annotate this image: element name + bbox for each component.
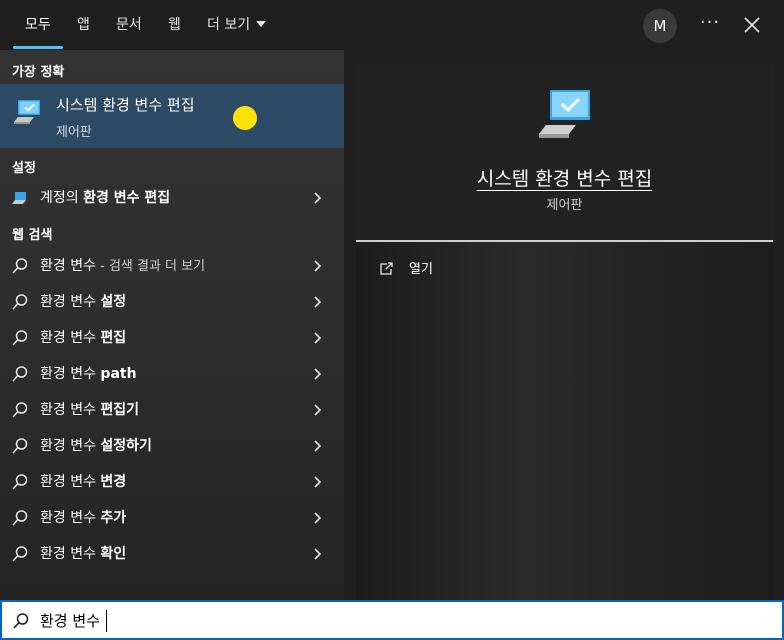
active-tab-indicator [13,46,63,49]
web-search-item[interactable]: 환경 변수 설정 [0,285,344,319]
web-search-item-label: 환경 변수 설정하기 [40,438,152,454]
web-search-item[interactable]: 환경 변수 편집기 [0,393,344,427]
search-icon [13,613,29,629]
best-match-title: 시스템 환경 변수 편집 [56,96,195,114]
preview-divider [356,240,773,242]
web-search-item-label: 환경 변수 확인 [40,546,127,562]
web-search-item[interactable]: 환경 변수 편집 [0,321,344,355]
web-search-item-label: 환경 변수 - 검색 결과 더 보기 [40,258,206,274]
preview-subtitle: 제어판 [546,198,583,213]
chevron-right-icon [314,332,322,344]
system-computer-icon [539,90,590,138]
search-bar [0,600,784,640]
search-icon [12,366,28,382]
search-icon [12,294,28,310]
web-search-item-label: 환경 변수 변경 [40,474,127,490]
chevron-right-icon [314,368,322,380]
top-tab-bar: 모두 앱 문서 웹 더 보기 M ··· [0,0,784,50]
best-match-result[interactable]: 시스템 환경 변수 편집 제어판 [0,84,344,148]
preview-title[interactable]: 시스템 환경 변수 편집 [356,164,773,191]
web-search-item[interactable]: 환경 변수 - 검색 결과 더 보기 [0,249,344,283]
tab-more[interactable]: 더 보기 [207,0,267,50]
chevron-right-icon [314,440,322,452]
web-search-item[interactable]: 환경 변수 변경 [0,465,344,499]
web-search-item[interactable]: 환경 변수 확인 [0,537,344,571]
chevron-right-icon [314,260,322,272]
search-icon [12,510,28,526]
search-icon [12,330,28,346]
chevron-right-icon [314,296,322,308]
web-search-item-label: 환경 변수 설정 [40,294,127,310]
preview-header: 시스템 환경 변수 편집 제어판 [356,64,773,240]
tab-apps[interactable]: 앱 [77,0,90,50]
tab-more-label: 더 보기 [207,17,251,33]
tab-all[interactable]: 모두 [25,0,51,50]
account-avatar[interactable]: M [643,9,677,43]
open-action-label: 열기 [409,262,433,277]
section-best-match: 가장 정확 [12,65,65,80]
web-search-item-label: 환경 변수 편집기 [40,402,140,418]
system-computer-icon [14,100,40,124]
search-icon [12,258,28,274]
tab-web[interactable]: 웹 [168,0,181,50]
search-input[interactable] [40,606,740,634]
chevron-right-icon [314,548,322,560]
search-icon [12,402,28,418]
web-search-item[interactable]: 환경 변수 추가 [0,501,344,535]
laptop-icon [12,192,26,204]
close-icon[interactable] [740,13,764,37]
section-settings: 설정 [12,161,36,176]
settings-item-account-env[interactable]: 계정의 환경 변수 편집 [0,181,344,215]
text-caret [106,610,107,632]
open-external-icon [380,262,393,275]
chevron-right-icon [314,192,322,204]
cursor-highlight [233,106,257,130]
web-search-item-label: 환경 변수 편집 [40,330,127,346]
web-search-item-label: 환경 변수 추가 [40,510,127,526]
caret-down-icon [256,21,267,27]
web-search-item[interactable]: 환경 변수 설정하기 [0,429,344,463]
web-search-item-label: 환경 변수 path [40,366,137,382]
web-search-item[interactable]: 환경 변수 path [0,357,344,391]
ellipsis-icon[interactable]: ··· [696,12,724,38]
search-icon [12,474,28,490]
preview-panel: 시스템 환경 변수 편집 제어판 열기 [356,64,773,600]
chevron-right-icon [314,404,322,416]
tab-documents[interactable]: 문서 [116,0,142,50]
settings-item-label: 계정의 환경 변수 편집 [40,190,171,206]
chevron-right-icon [314,476,322,488]
best-match-subtitle: 제어판 [56,125,92,140]
section-web-search: 웹 검색 [12,228,53,243]
search-icon [12,438,28,454]
search-icon [12,546,28,562]
chevron-right-icon [314,512,322,524]
results-list: 가장 정확 시스템 환경 변수 편집 제어판 설정 계정의 환경 변수 편집 웹… [0,50,344,600]
